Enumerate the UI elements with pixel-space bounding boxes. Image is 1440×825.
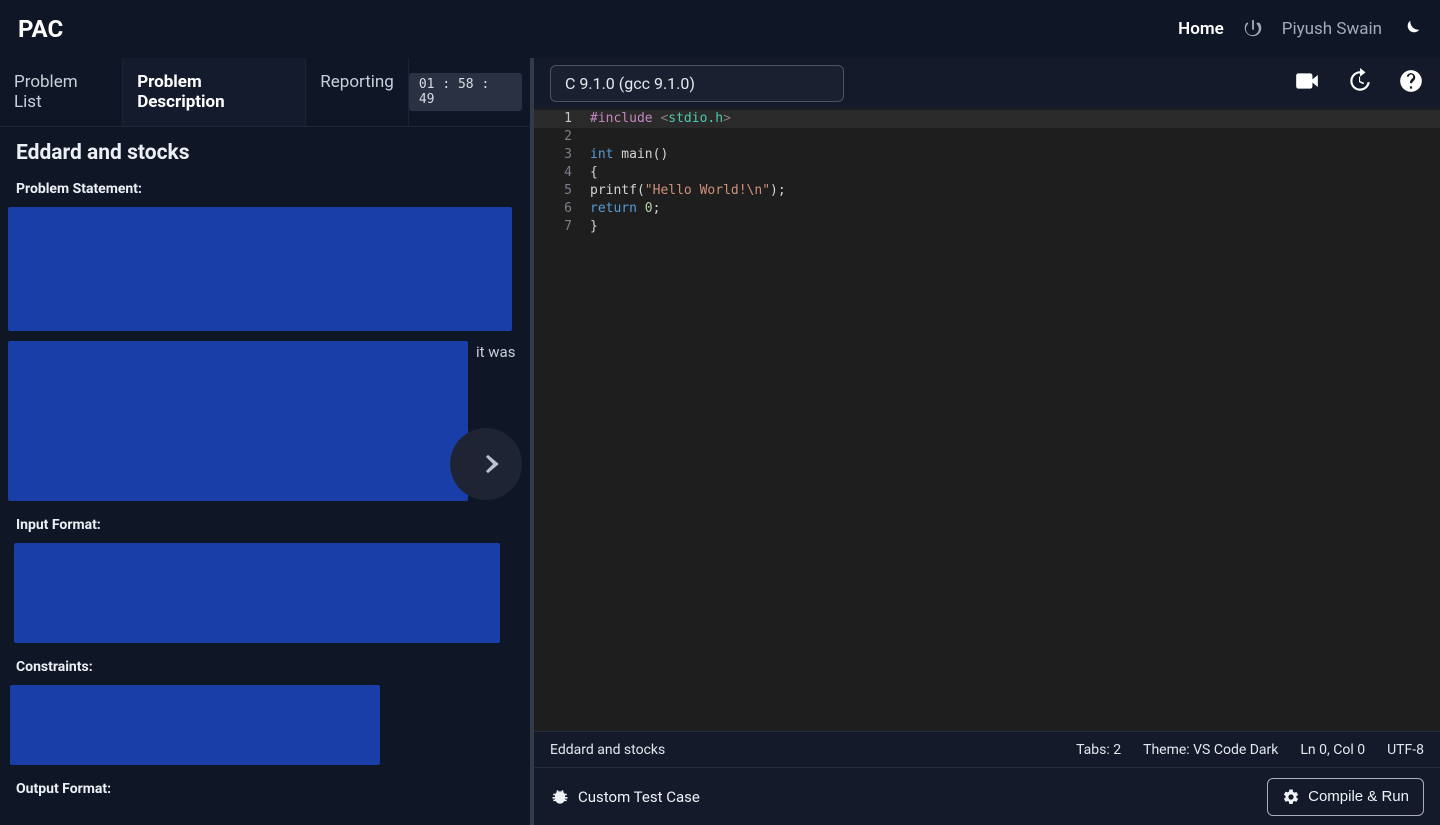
problem-title: Eddard and stocks	[16, 141, 514, 165]
tab-reporting[interactable]: Reporting	[306, 58, 409, 126]
custom-test-case-button[interactable]: Custom Test Case	[550, 787, 700, 807]
status-problem-name: Eddard and stocks	[550, 742, 665, 758]
heading-problem-statement: Problem Statement:	[16, 181, 514, 197]
constraints-block	[10, 685, 380, 765]
status-theme[interactable]: Theme: VS Code Dark	[1143, 742, 1278, 758]
app-logo[interactable]: PAC	[18, 15, 63, 43]
status-cursor: Ln 0, Col 0	[1300, 742, 1365, 758]
theme-toggle-icon[interactable]	[1400, 18, 1422, 40]
tab-problem-list[interactable]: Problem List	[0, 58, 123, 126]
compile-run-button[interactable]: Compile & Run	[1267, 778, 1424, 816]
history-icon[interactable]	[1346, 68, 1372, 98]
status-encoding: UTF-8	[1387, 742, 1424, 758]
timer: 01 : 58 : 49	[409, 73, 522, 111]
bug-icon	[550, 787, 570, 807]
problem-body: Eddard and stocks Problem Statement: it …	[0, 127, 530, 825]
username-label[interactable]: Piyush Swain	[1282, 19, 1382, 39]
editor-gutter: 1 2 3 4 5 6 7	[534, 108, 580, 731]
editor-code[interactable]: #include <stdio.h> int main() { printf("…	[580, 108, 1440, 731]
topbar: PAC Home Piyush Swain	[0, 0, 1440, 58]
nav-home[interactable]: Home	[1178, 19, 1224, 39]
code-editor[interactable]: 1 2 3 4 5 6 7 #include <stdio.h> int mai…	[534, 108, 1440, 731]
statement-block-2	[8, 341, 468, 501]
problem-pane: Problem List Problem Description Reporti…	[0, 58, 530, 825]
tabs: Problem List Problem Description Reporti…	[0, 58, 409, 126]
input-format-block	[14, 543, 500, 643]
statement-block-1	[8, 207, 512, 331]
video-icon[interactable]	[1294, 68, 1320, 98]
action-bar: Custom Test Case Compile & Run	[534, 767, 1440, 825]
logout-icon[interactable]	[1242, 18, 1264, 40]
language-select[interactable]: C 9.1.0 (gcc 9.1.0)	[550, 65, 844, 102]
status-tabs[interactable]: Tabs: 2	[1076, 742, 1121, 758]
main-content: Problem List Problem Description Reporti…	[0, 58, 1440, 825]
tabs-row: Problem List Problem Description Reporti…	[0, 58, 530, 127]
next-problem-button[interactable]	[450, 428, 522, 500]
heading-output-format: Output Format:	[16, 781, 514, 797]
help-icon[interactable]	[1398, 68, 1424, 98]
peek-text-1: it was	[476, 343, 530, 361]
editor-header: C 9.1.0 (gcc 9.1.0)	[534, 58, 1440, 108]
arrow-right-icon	[469, 447, 503, 481]
gear-icon	[1282, 788, 1300, 806]
heading-input-format: Input Format:	[16, 517, 514, 533]
heading-constraints: Constraints:	[16, 659, 514, 675]
tab-problem-description[interactable]: Problem Description	[123, 58, 306, 126]
editor-statusbar: Eddard and stocks Tabs: 2 Theme: VS Code…	[534, 731, 1440, 767]
editor-pane: C 9.1.0 (gcc 9.1.0) 1 2 3 4 5 6	[534, 58, 1440, 825]
topbar-right: Home Piyush Swain	[1178, 18, 1422, 40]
editor-header-icons	[1294, 68, 1424, 98]
